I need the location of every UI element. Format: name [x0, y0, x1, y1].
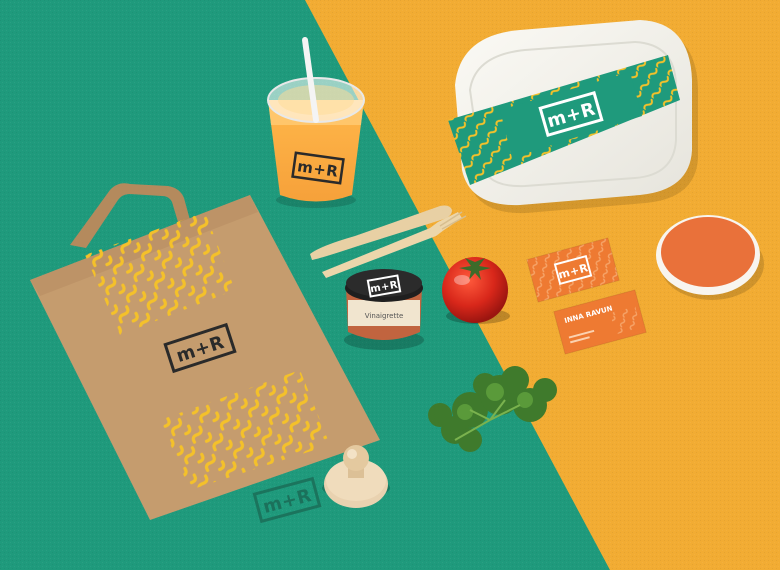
scene-svg: m+R m+R Vinaigrette m+R m+R m+R m+R INNA… [0, 0, 780, 570]
jar-label: Vinaigrette [365, 312, 404, 320]
food-box-icon: m+R [448, 20, 698, 214]
sauce-jar-icon: Vinaigrette m+R [344, 269, 424, 350]
branding-mockup-photo: m+R m+R Vinaigrette m+R m+R m+R m+R INNA… [0, 0, 780, 570]
